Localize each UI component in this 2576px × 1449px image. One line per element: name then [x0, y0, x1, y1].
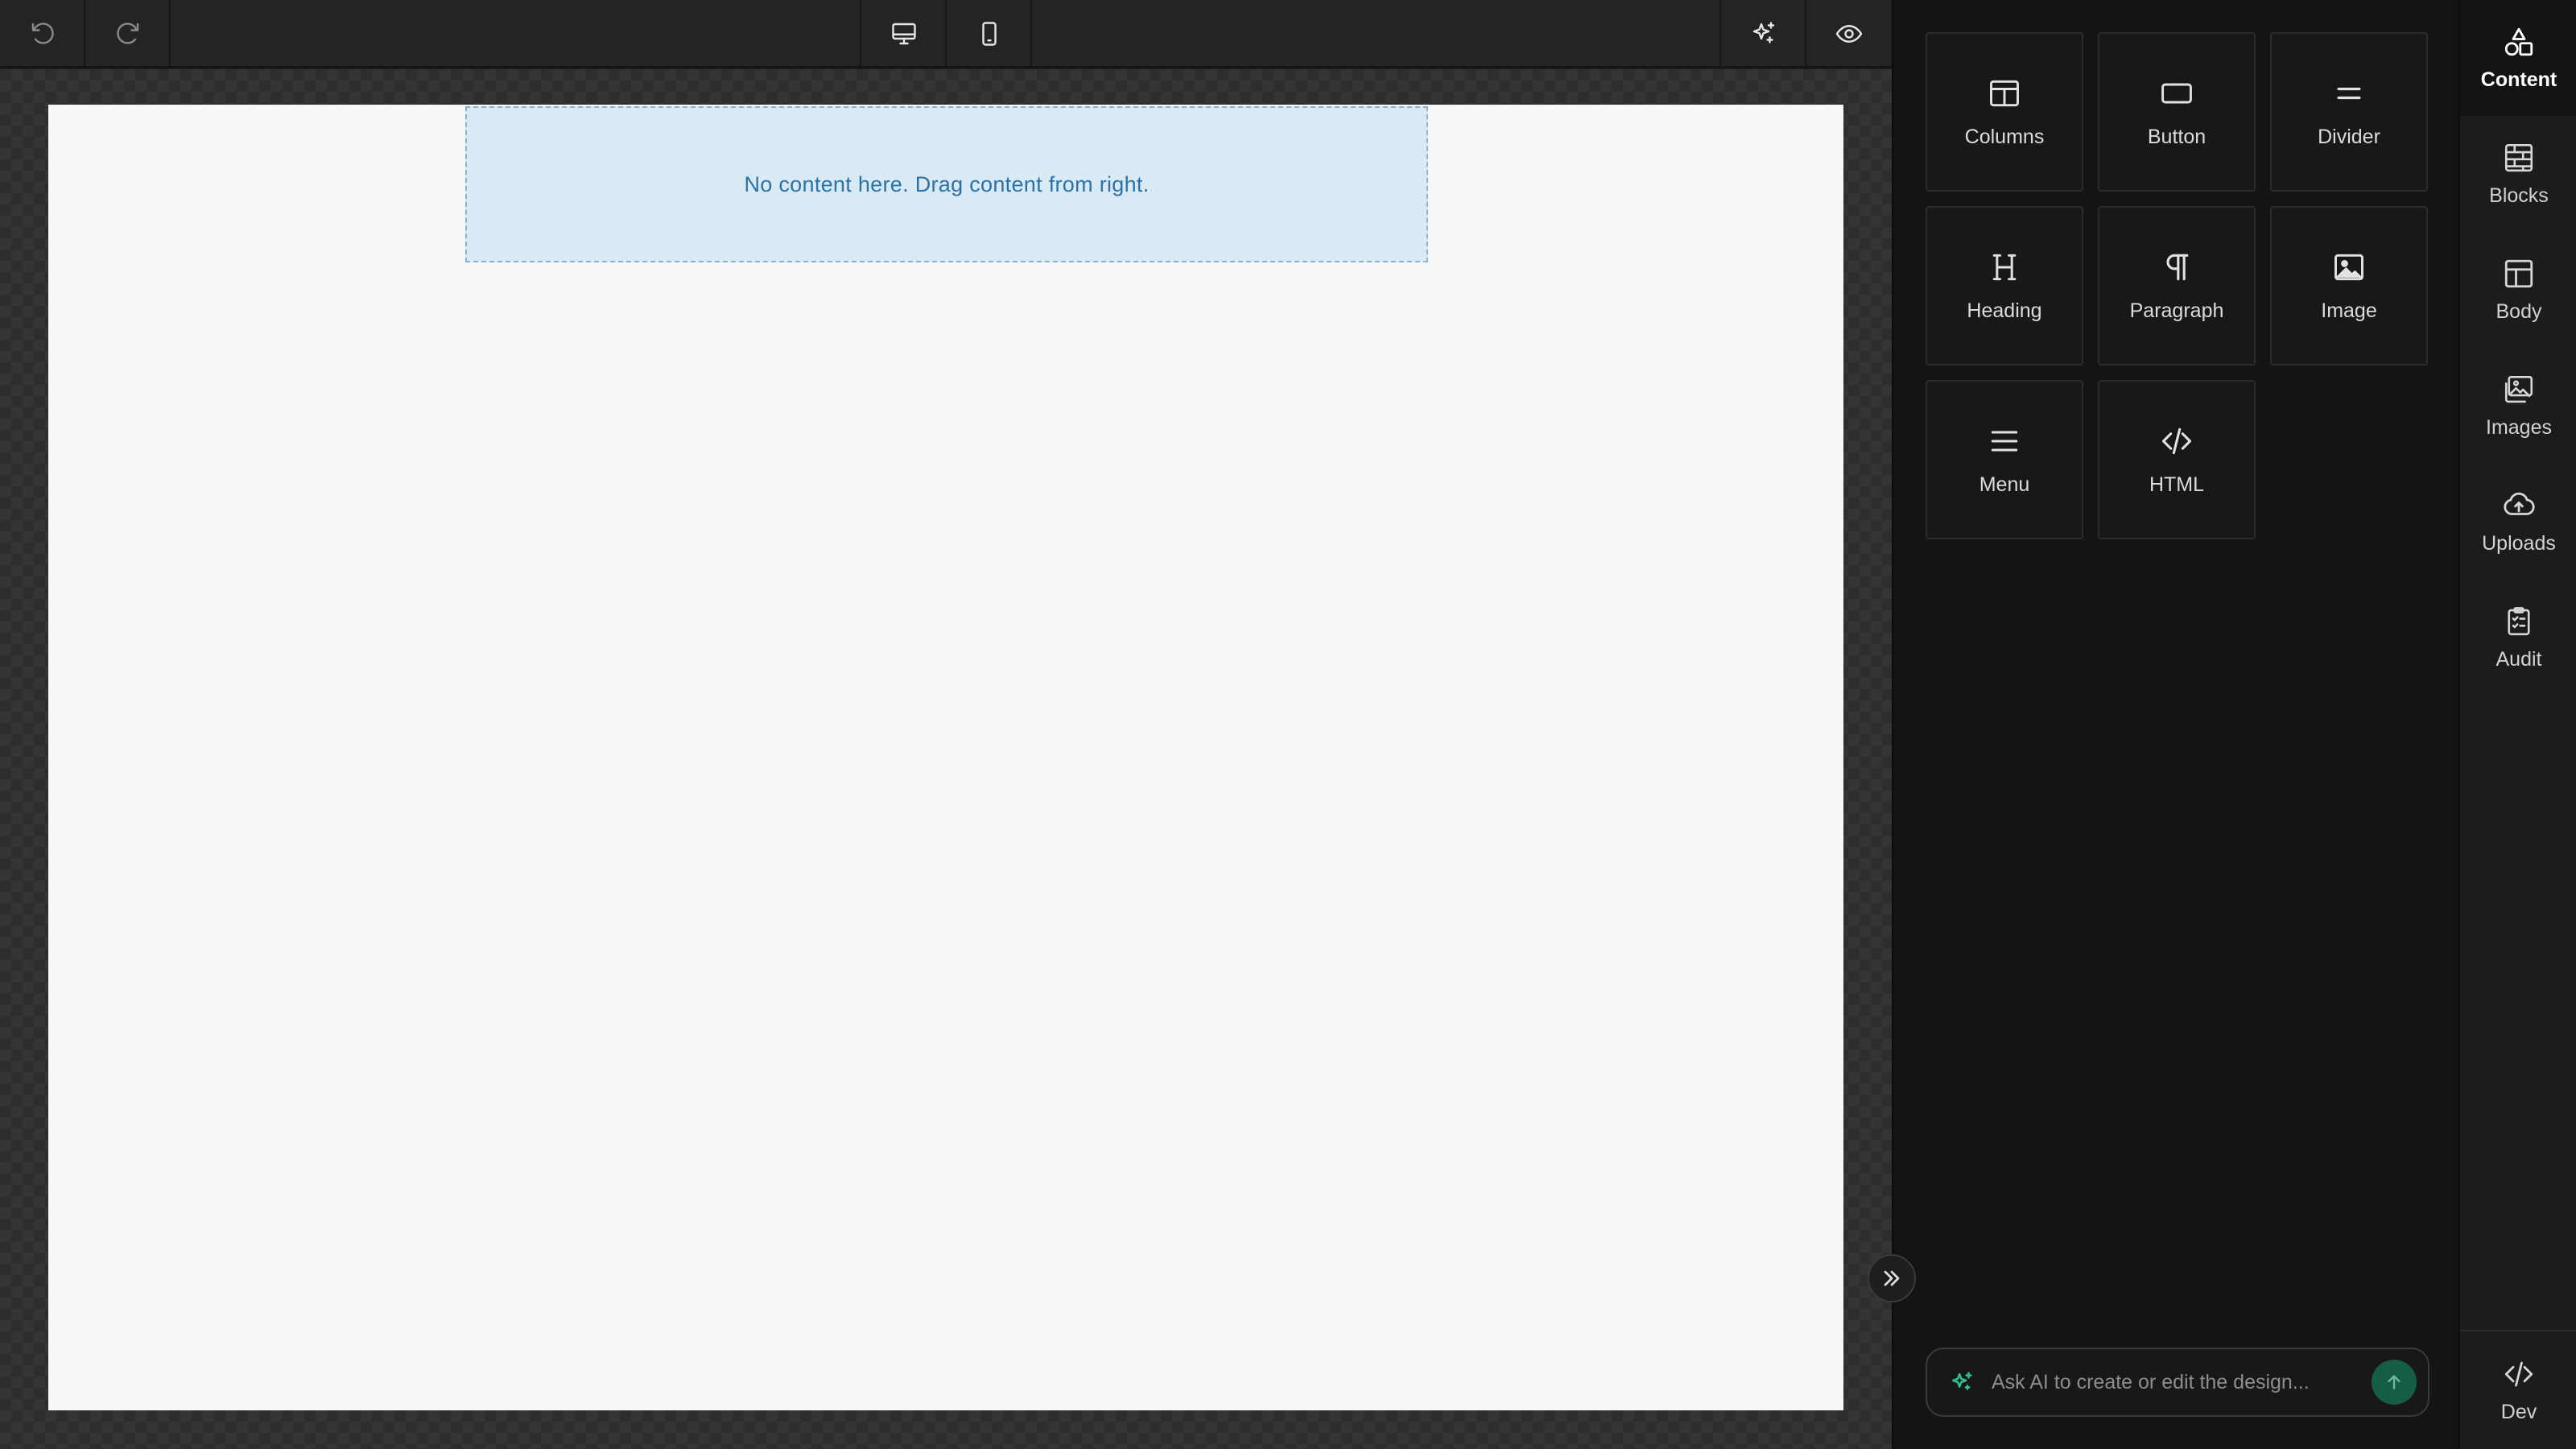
undo-icon — [31, 23, 54, 44]
code-icon — [2161, 427, 2192, 454]
arrow-up-icon — [2388, 1375, 2401, 1389]
tool-columns[interactable]: Columns — [1926, 32, 2083, 192]
shapes-icon — [2504, 27, 2533, 56]
tool-label: Image — [2321, 299, 2377, 322]
image-icon — [2334, 254, 2363, 280]
desktop-view-button[interactable] — [861, 0, 947, 68]
toolbar-divider — [169, 0, 171, 68]
side-nav: Content Blocks Body Images Uploads Audit… — [2458, 0, 2576, 1449]
images-icon — [2504, 375, 2533, 402]
sparkle-icon — [1752, 22, 1775, 43]
layout-icon — [2504, 259, 2533, 287]
eye-icon — [1835, 25, 1863, 43]
toolbar-divider — [1030, 0, 1032, 68]
heading-icon — [1992, 254, 2017, 280]
nav-item-body[interactable]: Body — [2460, 232, 2576, 348]
nav-label: Dev — [2500, 1400, 2537, 1423]
tool-paragraph[interactable]: Paragraph — [2098, 206, 2256, 365]
mobile-view-button[interactable] — [947, 0, 1032, 68]
tool-heading[interactable]: Heading — [1926, 206, 2083, 365]
content-dropzone[interactable]: No content here. Drag content from right… — [465, 106, 1428, 262]
nav-label: Images — [2486, 415, 2552, 439]
top-toolbar — [0, 0, 1892, 68]
tool-label: Columns — [1964, 125, 2045, 148]
tool-label: Divider — [2318, 125, 2380, 148]
ai-prompt-input[interactable] — [1992, 1370, 2372, 1394]
nav-item-uploads[interactable]: Uploads — [2460, 464, 2576, 580]
ai-prompt-box — [1926, 1348, 2429, 1417]
tool-divider[interactable]: Divider — [2270, 32, 2428, 192]
nav-item-content[interactable]: Content — [2460, 0, 2576, 116]
design-canvas: No content here. Drag content from right… — [0, 69, 1892, 1449]
clipboard-check-icon — [2508, 606, 2530, 635]
double-chevron-right-icon — [1884, 1270, 1900, 1286]
blocks-icon — [2504, 143, 2533, 171]
tool-label: Heading — [1967, 299, 2042, 322]
redo-button[interactable] — [85, 0, 171, 68]
cloud-upload-icon — [2504, 492, 2535, 515]
tool-image[interactable]: Image — [2270, 206, 2428, 365]
tool-label: Button — [2147, 125, 2207, 148]
nav-label: Body — [2496, 299, 2542, 323]
tool-label: HTML — [2149, 473, 2205, 496]
mobile-icon — [982, 22, 997, 46]
ai-magic-button[interactable] — [1721, 0, 1806, 68]
editor-area: No content here. Drag content from right… — [0, 0, 1892, 1449]
ai-sparkle-icon — [1952, 1372, 1972, 1390]
nav-item-blocks[interactable]: Blocks — [2460, 116, 2576, 232]
preview-button[interactable] — [1806, 0, 1892, 68]
nav-label: Uploads — [2482, 531, 2556, 555]
nav-label: Blocks — [2489, 184, 2549, 207]
tool-button[interactable]: Button — [2098, 32, 2256, 192]
tool-html[interactable]: HTML — [2098, 380, 2256, 539]
nav-label: Content — [2480, 68, 2557, 91]
ai-send-button[interactable] — [2372, 1360, 2417, 1405]
desktop-icon — [892, 23, 916, 45]
tools-panel: Columns Button Divider Heading Paragraph… — [1892, 0, 2458, 1449]
redo-icon — [117, 23, 139, 44]
tool-label: Menu — [1979, 473, 2030, 496]
collapse-panel-button[interactable] — [1868, 1254, 1916, 1302]
email-page[interactable]: No content here. Drag content from right… — [48, 105, 1843, 1410]
tool-label: Paragraph — [2129, 299, 2224, 322]
nav-item-images[interactable]: Images — [2460, 348, 2576, 464]
columns-icon — [1990, 80, 2019, 106]
tool-menu[interactable]: Menu — [1926, 380, 2083, 539]
undo-button[interactable] — [0, 0, 85, 68]
nav-label: Audit — [2496, 647, 2542, 671]
paragraph-icon — [2166, 254, 2189, 280]
nav-item-audit[interactable]: Audit — [2460, 580, 2576, 696]
code-icon — [2504, 1361, 2533, 1386]
nav-item-dev[interactable]: Dev — [2460, 1330, 2576, 1449]
menu-icon — [1991, 430, 2018, 452]
dropzone-message: No content here. Drag content from right… — [744, 171, 1150, 196]
button-icon — [2161, 83, 2192, 103]
divider-icon — [2337, 87, 2361, 99]
